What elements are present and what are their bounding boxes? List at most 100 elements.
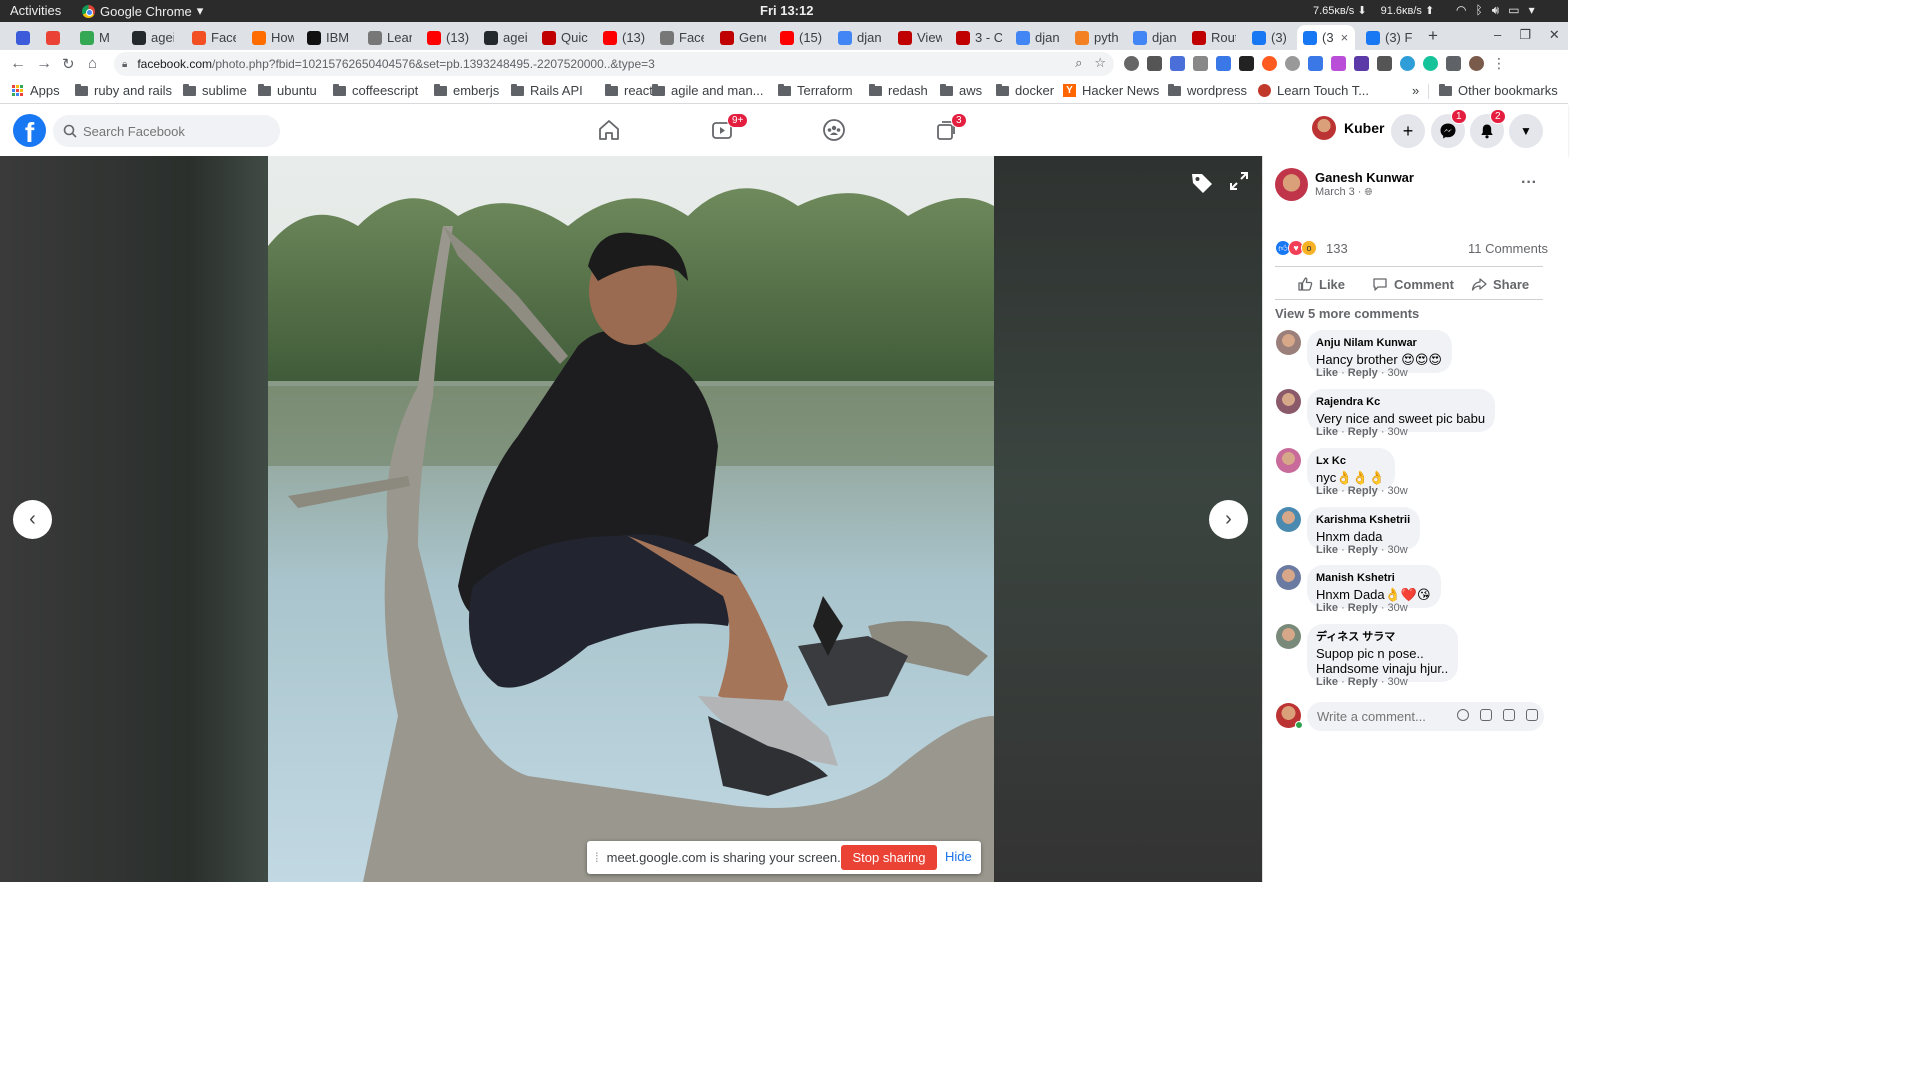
comment-reply-link[interactable]: Reply (1348, 485, 1378, 497)
commenter-name[interactable]: Manish Kshetri (1316, 571, 1431, 586)
comments-count[interactable]: 11 Comments (1468, 241, 1548, 256)
drag-handle-icon[interactable]: ⁞ (595, 850, 599, 865)
bookmark-item[interactable]: Terraform (778, 83, 853, 98)
bookmark-item[interactable]: sublime (183, 83, 247, 98)
author-name[interactable]: Ganesh Kunwar (1315, 170, 1414, 185)
groups-nav[interactable] (822, 118, 848, 142)
emoji-icon[interactable] (1457, 709, 1469, 721)
bookmark-item[interactable]: react (605, 83, 653, 98)
bookmark-item[interactable]: coffeescript (333, 83, 418, 98)
home-nav[interactable] (597, 118, 623, 142)
more-options-icon[interactable]: ··· (1521, 174, 1537, 192)
extension-icon[interactable] (1262, 56, 1277, 71)
bookmark-item[interactable]: agile and man... (652, 83, 764, 98)
comment-reply-link[interactable]: Reply (1348, 367, 1378, 379)
hide-button[interactable]: Hide (945, 849, 972, 864)
browser-tab[interactable]: Quic (536, 25, 588, 50)
bookmark-item[interactable]: Apps (12, 83, 60, 98)
extension-icon[interactable] (1423, 56, 1438, 71)
address-bar[interactable]: 🔒︎ facebook.com/photo.php?fbid=102157626… (114, 52, 1114, 76)
browser-tab[interactable]: (13) (421, 25, 469, 50)
browser-tab[interactable]: pyth (1069, 25, 1119, 50)
browser-tab[interactable]: (3) F (1360, 25, 1416, 50)
bookmark-item[interactable]: Other bookmarks (1439, 83, 1558, 98)
comment-reply-link[interactable]: Reply (1348, 602, 1378, 614)
create-button[interactable]: + (1391, 114, 1425, 148)
browser-tab[interactable]: agei (478, 25, 528, 50)
bookmark-item[interactable]: emberjs (434, 83, 499, 98)
maximize-icon[interactable]: ❐ (1519, 27, 1531, 43)
comment-reply-link[interactable]: Reply (1348, 676, 1378, 688)
bookmark-star-icon[interactable]: ☆ (1094, 55, 1106, 71)
browser-tab[interactable]: Face (654, 25, 704, 50)
browser-tab[interactable]: View (892, 25, 942, 50)
commenter-name[interactable]: Rajendra Kc (1316, 395, 1485, 410)
extension-icon[interactable] (1170, 56, 1185, 71)
browser-tab[interactable]: 3 - Cl (950, 25, 1002, 50)
sticker-icon[interactable] (1526, 709, 1538, 721)
search-input[interactable] (83, 123, 263, 139)
extension-icon[interactable] (1308, 56, 1323, 71)
browser-tab[interactable]: (3) C (1246, 25, 1290, 50)
comment-reply-link[interactable]: Reply (1348, 544, 1378, 556)
comment-reply-link[interactable]: Reply (1348, 426, 1378, 438)
reload-icon[interactable]: ↻ (62, 55, 75, 73)
browser-tab[interactable]: M (74, 25, 118, 50)
menu-icon[interactable]: ⋮ (1492, 56, 1507, 71)
search-box[interactable] (53, 115, 280, 147)
comment-like-link[interactable]: Like (1316, 544, 1338, 556)
close-window-icon[interactable]: ✕ (1549, 27, 1560, 43)
browser-tab[interactable]: Face (186, 25, 236, 50)
stop-sharing-button[interactable]: Stop sharing (841, 845, 937, 870)
browser-tab[interactable]: djan (1010, 25, 1060, 50)
share-button[interactable]: Share (1471, 276, 1529, 292)
minimize-icon[interactable]: – (1494, 27, 1501, 43)
extension-icon[interactable] (1400, 56, 1415, 71)
browser-tab[interactable]: IBM (301, 25, 353, 50)
comment-like-link[interactable]: Like (1316, 485, 1338, 497)
comment-like-link[interactable]: Like (1316, 367, 1338, 379)
bookmark-item[interactable]: wordpress (1168, 83, 1247, 98)
new-tab-button[interactable]: + (1428, 26, 1438, 46)
browser-tab[interactable]: Gene (714, 25, 766, 50)
tag-icon[interactable] (1189, 170, 1215, 202)
forward-icon[interactable]: → (36, 55, 52, 73)
commenter-avatar[interactable] (1276, 507, 1301, 532)
back-icon[interactable]: ← (10, 55, 26, 73)
browser-tab[interactable]: How (246, 25, 294, 50)
commenter-avatar[interactable] (1276, 448, 1301, 473)
system-tray[interactable]: ◠ ᛒ 🔊︎ ▭ ▾ (1456, 3, 1535, 18)
browser-tab[interactable]: M (40, 25, 66, 50)
browser-tab[interactable]: (13) (597, 25, 645, 50)
author-avatar[interactable] (1275, 168, 1308, 201)
comment-button[interactable]: Comment (1372, 276, 1454, 292)
account-menu-button[interactable]: ▼ (1509, 114, 1543, 148)
fullscreen-icon[interactable] (1228, 170, 1250, 198)
bookmark-item[interactable]: Rails API (511, 83, 583, 98)
zoom-icon[interactable]: ⌕ (1075, 55, 1082, 71)
extension-icon[interactable] (1354, 56, 1369, 71)
extension-icon[interactable] (1216, 56, 1231, 71)
browser-tab[interactable]: (15) (774, 25, 824, 50)
extension-icon[interactable] (1377, 56, 1392, 71)
commenter-avatar[interactable] (1276, 565, 1301, 590)
like-button[interactable]: Like (1297, 276, 1345, 292)
write-comment-box[interactable] (1307, 702, 1544, 731)
comment-input[interactable] (1317, 709, 1447, 724)
commenter-avatar[interactable] (1276, 330, 1301, 355)
bookmark-item[interactable]: Y Hacker News (1063, 83, 1159, 98)
previous-photo-button[interactable]: ‹ (13, 500, 52, 539)
bookmark-item[interactable]: » (1412, 83, 1419, 98)
extension-icon[interactable] (1124, 56, 1139, 71)
browser-tab[interactable]: djan (832, 25, 884, 50)
app-menu[interactable]: Google Chrome ▾ (82, 3, 203, 19)
comment-like-link[interactable]: Like (1316, 426, 1338, 438)
watch-nav[interactable]: 9+ (710, 113, 749, 142)
messenger-button[interactable]: 1 (1431, 109, 1467, 148)
extension-icon[interactable] (1193, 56, 1208, 71)
browser-tab[interactable]: 2 (10, 25, 32, 50)
bookmark-item[interactable]: ruby and rails (75, 83, 172, 98)
commenter-avatar[interactable] (1276, 389, 1301, 414)
facebook-logo[interactable]: f (13, 114, 46, 147)
browser-tab[interactable]: djan (1127, 25, 1179, 50)
